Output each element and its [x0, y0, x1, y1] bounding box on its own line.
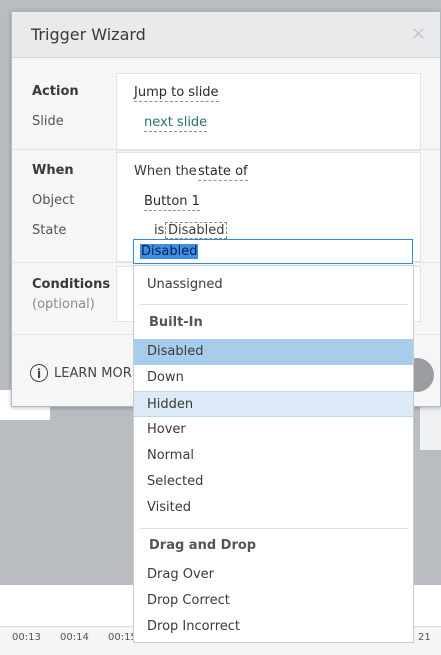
slide-value-link[interactable]: next slide — [144, 115, 208, 132]
dropdown-option-disabled[interactable]: Disabled — [134, 339, 413, 365]
dropdown-option-drop-correct[interactable]: Drop Correct — [134, 588, 413, 614]
action-label: Action — [32, 84, 79, 99]
conditions-optional-label: (optional) — [32, 297, 95, 312]
dropdown-group-header: Built-In — [149, 315, 203, 330]
dropdown-option-down[interactable]: Down — [134, 365, 413, 391]
state-label: State — [32, 223, 67, 238]
dialog-header: Trigger Wizard × — [12, 12, 440, 58]
state-prefix: is — [154, 223, 165, 238]
dropdown-group-header: Drag and Drop — [149, 538, 257, 553]
timeline-tick: 00:13 — [12, 632, 41, 643]
timeline-tick: 00:14 — [60, 632, 89, 643]
dropdown-option-drop-incorrect[interactable]: Drop Incorrect — [134, 614, 413, 640]
close-icon[interactable]: × — [411, 23, 426, 44]
when-label: When — [32, 163, 74, 178]
state-value[interactable]: Disabled — [165, 222, 228, 239]
dropdown-option-visited[interactable]: Visited — [134, 495, 413, 521]
action-box: Jump to slide next slide — [116, 73, 421, 151]
timeline-tick: 21 — [418, 632, 431, 643]
state-dropdown-value: Disabled — [140, 244, 199, 259]
state-of-link[interactable]: state of — [198, 164, 248, 181]
dropdown-option-drag-over[interactable]: Drag Over — [134, 562, 413, 588]
conditions-label: Conditions — [32, 277, 111, 292]
slide-label: Slide — [32, 114, 64, 129]
dropdown-separator — [140, 528, 408, 529]
action-value-link[interactable]: Jump to slide — [134, 85, 219, 102]
learn-more-label: LEARN MORE — [54, 365, 140, 381]
dropdown-option-unassigned[interactable]: Unassigned — [134, 272, 413, 298]
dropdown-option-selected[interactable]: Selected — [134, 469, 413, 495]
state-dropdown-list: Unassigned Built-In Disabled Down Hidden… — [133, 265, 414, 643]
learn-more-link[interactable]: i LEARN MORE — [30, 364, 140, 382]
dropdown-separator — [140, 304, 408, 305]
dialog-title: Trigger Wizard — [31, 25, 146, 44]
dropdown-option-hidden[interactable]: Hidden — [134, 391, 413, 417]
when-sentence-prefix: When the — [134, 164, 197, 179]
object-value-link[interactable]: Button 1 — [144, 194, 200, 211]
dropdown-option-hover[interactable]: Hover — [134, 417, 413, 443]
dropdown-option-normal[interactable]: Normal — [134, 443, 413, 469]
state-dropdown-input[interactable]: Disabled — [133, 239, 413, 264]
section-divider — [12, 149, 440, 150]
info-icon: i — [30, 364, 48, 382]
object-label: Object — [32, 193, 75, 208]
